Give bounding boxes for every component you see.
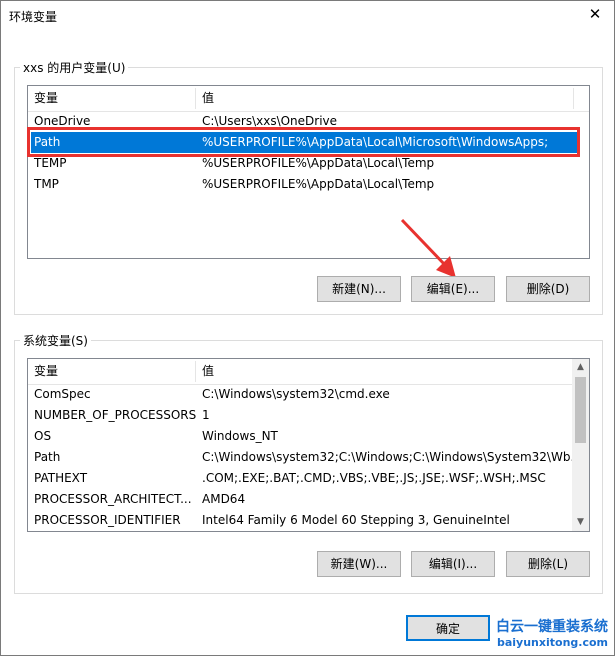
variable-name: Path bbox=[34, 450, 61, 464]
environment-variables-dialog: 环境变量 ✕ xxs 的用户变量(U) 变量 值 OneDrive C:\Use… bbox=[0, 0, 615, 656]
ok-button[interactable]: 确定 bbox=[406, 615, 490, 641]
variable-value: C:\Users\xxs\OneDrive bbox=[202, 114, 338, 128]
variable-value: %USERPROFILE%\AppData\Local\Temp bbox=[202, 177, 435, 191]
system-list-header: 变量 值 bbox=[28, 359, 589, 385]
table-row[interactable]: PROCESSOR_IDENTIFIER Intel64 Family 6 Mo… bbox=[28, 510, 572, 531]
column-header-value[interactable]: 值 bbox=[196, 359, 214, 384]
scroll-up-icon[interactable]: ▲ bbox=[572, 359, 589, 376]
variable-name: TMP bbox=[34, 177, 59, 191]
variable-value: Intel64 Family 6 Model 60 Stepping 3, Ge… bbox=[202, 513, 510, 527]
variable-name: OneDrive bbox=[34, 114, 91, 128]
system-new-button[interactable]: 新建(W)... bbox=[317, 551, 401, 577]
watermark-title: 白云一键重装系统 bbox=[496, 619, 608, 635]
variable-name: PATHEXT bbox=[34, 471, 88, 485]
system-delete-button[interactable]: 删除(L) bbox=[506, 551, 590, 577]
system-edit-button[interactable]: 编辑(I)... bbox=[411, 551, 495, 577]
annotation-arrow-icon bbox=[400, 218, 456, 278]
system-variables-list[interactable]: 变量 值 ComSpec C:\Windows\system32\cmd.exe… bbox=[27, 358, 590, 532]
variable-name: PROCESSOR_IDENTIFIER bbox=[34, 513, 181, 527]
table-row[interactable]: Path C:\Windows\system32;C:\Windows;C:\W… bbox=[28, 447, 582, 468]
user-list-header: 变量 值 bbox=[28, 86, 589, 112]
column-header-variable[interactable]: 变量 bbox=[28, 359, 58, 384]
table-row[interactable]: ComSpec C:\Windows\system32\cmd.exe bbox=[28, 384, 572, 405]
table-row-selected[interactable]: Path %USERPROFILE%\AppData\Local\Microso… bbox=[31, 132, 578, 153]
variable-value: %USERPROFILE%\AppData\Local\Microsoft\Wi… bbox=[202, 135, 549, 149]
table-row[interactable]: TEMP %USERPROFILE%\AppData\Local\Temp bbox=[28, 153, 589, 174]
variable-value: AMD64 bbox=[202, 492, 246, 506]
watermark: 白云一键重装系统 baiyunxitong.com bbox=[496, 619, 608, 651]
variable-value: Windows_NT bbox=[202, 429, 278, 443]
variable-value: .COM;.EXE;.BAT;.CMD;.VBS;.VBE;.JS;.JSE;.… bbox=[202, 471, 546, 485]
column-header-variable[interactable]: 变量 bbox=[28, 86, 58, 111]
user-delete-button[interactable]: 删除(D) bbox=[506, 276, 590, 302]
table-row[interactable]: NUMBER_OF_PROCESSORS 1 bbox=[28, 405, 572, 426]
user-new-button[interactable]: 新建(N)... bbox=[317, 276, 401, 302]
table-row[interactable]: OS Windows_NT bbox=[28, 426, 572, 447]
table-row[interactable]: PROCESSOR_ARCHITECT... AMD64 bbox=[28, 489, 572, 510]
variable-value: %USERPROFILE%\AppData\Local\Temp bbox=[202, 156, 435, 170]
variable-name: NUMBER_OF_PROCESSORS bbox=[34, 408, 197, 422]
column-divider[interactable] bbox=[573, 88, 574, 109]
window-title: 环境变量 bbox=[9, 10, 58, 24]
close-icon[interactable]: ✕ bbox=[582, 4, 608, 24]
watermark-url: baiyunxitong.com bbox=[496, 636, 608, 649]
variable-name: Path bbox=[34, 135, 61, 149]
variable-value: C:\Windows\system32\cmd.exe bbox=[202, 387, 390, 401]
user-variables-label: xxs 的用户变量(U) bbox=[23, 61, 126, 75]
variable-value: 1 bbox=[202, 408, 210, 422]
table-row[interactable]: TMP %USERPROFILE%\AppData\Local\Temp bbox=[28, 174, 589, 195]
user-variables-list[interactable]: 变量 值 OneDrive C:\Users\xxs\OneDrive Path… bbox=[27, 85, 590, 259]
scrollbar-thumb[interactable] bbox=[575, 377, 586, 443]
variable-name: PROCESSOR_ARCHITECT... bbox=[34, 492, 192, 506]
variable-name: ComSpec bbox=[34, 387, 91, 401]
variable-value: C:\Windows\system32;C:\Windows;C:\Window… bbox=[202, 450, 582, 464]
system-list-scrollbar[interactable]: ▲ ▼ bbox=[572, 359, 589, 531]
table-row[interactable]: OneDrive C:\Users\xxs\OneDrive bbox=[28, 111, 589, 132]
table-row[interactable]: PATHEXT .COM;.EXE;.BAT;.CMD;.VBS;.VBE;.J… bbox=[28, 468, 572, 489]
scroll-down-icon[interactable]: ▼ bbox=[572, 514, 589, 531]
variable-name: OS bbox=[34, 429, 52, 443]
user-edit-button[interactable]: 编辑(E)... bbox=[411, 276, 495, 302]
column-header-value[interactable]: 值 bbox=[196, 86, 214, 111]
variable-name: TEMP bbox=[34, 156, 67, 170]
system-variables-label: 系统变量(S) bbox=[23, 334, 88, 348]
